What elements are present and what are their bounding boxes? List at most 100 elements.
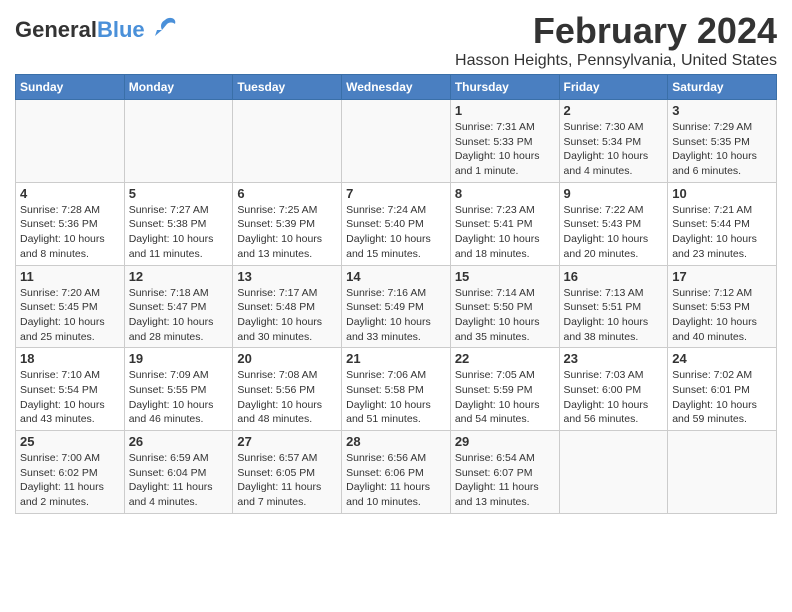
day-number: 23 (564, 351, 664, 366)
calendar-cell: 1 Sunrise: 7:31 AM Sunset: 5:33 PM Daylig… (450, 100, 559, 183)
calendar-cell: 22 Sunrise: 7:05 AM Sunset: 5:59 PM Dayli… (450, 348, 559, 431)
logo-general: General (15, 17, 97, 42)
calendar-cell (124, 100, 233, 183)
calendar-cell: 19 Sunrise: 7:09 AM Sunset: 5:55 PM Dayli… (124, 348, 233, 431)
day-header-sunday: Sunday (16, 75, 125, 100)
title-area: February 2024 Hasson Heights, Pennsylvan… (455, 10, 777, 70)
day-number: 8 (455, 186, 555, 201)
calendar-cell: 24Sunrise: 7:02 AM Sunset: 6:01 PM Dayli… (668, 348, 777, 431)
day-number: 17 (672, 269, 772, 284)
day-info: Sunrise: 7:31 AM Sunset: 5:33 PM Dayligh… (455, 120, 555, 179)
day-number: 15 (455, 269, 555, 284)
calendar-cell: 27 Sunrise: 6:57 AM Sunset: 6:05 PM Dayli… (233, 431, 342, 514)
day-number: 28 (346, 434, 446, 449)
calendar-cell: 9 Sunrise: 7:22 AM Sunset: 5:43 PM Daylig… (559, 182, 668, 265)
day-info: Sunrise: 7:00 AM Sunset: 6:02 PM Dayligh… (20, 451, 120, 510)
day-number: 26 (129, 434, 229, 449)
day-number: 21 (346, 351, 446, 366)
day-info: Sunrise: 7:09 AM Sunset: 5:55 PM Dayligh… (129, 368, 229, 427)
logo-bird-icon (147, 16, 177, 40)
day-number: 9 (564, 186, 664, 201)
day-info: Sunrise: 6:54 AM Sunset: 6:07 PM Dayligh… (455, 451, 555, 510)
day-number: 10 (672, 186, 772, 201)
day-info: Sunrise: 7:14 AM Sunset: 5:50 PM Dayligh… (455, 286, 555, 345)
day-header-thursday: Thursday (450, 75, 559, 100)
day-number: 25 (20, 434, 120, 449)
day-number: 6 (237, 186, 337, 201)
day-info: Sunrise: 7:16 AM Sunset: 5:49 PM Dayligh… (346, 286, 446, 345)
calendar-cell: 7 Sunrise: 7:24 AM Sunset: 5:40 PM Daylig… (342, 182, 451, 265)
day-info: Sunrise: 7:30 AM Sunset: 5:34 PM Dayligh… (564, 120, 664, 179)
calendar-body: 1 Sunrise: 7:31 AM Sunset: 5:33 PM Daylig… (16, 100, 777, 514)
day-number: 11 (20, 269, 120, 284)
day-info: Sunrise: 7:13 AM Sunset: 5:51 PM Dayligh… (564, 286, 664, 345)
week-row: 18Sunrise: 7:10 AM Sunset: 5:54 PM Dayli… (16, 348, 777, 431)
calendar-cell: 23 Sunrise: 7:03 AM Sunset: 6:00 PM Dayli… (559, 348, 668, 431)
day-info: Sunrise: 7:27 AM Sunset: 5:38 PM Dayligh… (129, 203, 229, 262)
calendar-cell: 28 Sunrise: 6:56 AM Sunset: 6:06 PM Dayli… (342, 431, 451, 514)
day-number: 3 (672, 103, 772, 118)
day-number: 13 (237, 269, 337, 284)
calendar-table: SundayMondayTuesdayWednesdayThursdayFrid… (15, 74, 777, 514)
days-of-week-row: SundayMondayTuesdayWednesdayThursdayFrid… (16, 75, 777, 100)
logo: GeneralBlue (15, 18, 177, 42)
calendar-cell: 5 Sunrise: 7:27 AM Sunset: 5:38 PM Daylig… (124, 182, 233, 265)
calendar-cell: 17 Sunrise: 7:12 AM Sunset: 5:53 PM Dayli… (668, 265, 777, 348)
day-info: Sunrise: 7:21 AM Sunset: 5:44 PM Dayligh… (672, 203, 772, 262)
day-info: Sunrise: 7:29 AM Sunset: 5:35 PM Dayligh… (672, 120, 772, 179)
day-number: 14 (346, 269, 446, 284)
day-header-monday: Monday (124, 75, 233, 100)
day-info: Sunrise: 7:02 AM Sunset: 6:01 PM Dayligh… (672, 368, 772, 427)
day-info: Sunrise: 7:05 AM Sunset: 5:59 PM Dayligh… (455, 368, 555, 427)
calendar-cell (668, 431, 777, 514)
day-number: 27 (237, 434, 337, 449)
day-info: Sunrise: 7:23 AM Sunset: 5:41 PM Dayligh… (455, 203, 555, 262)
day-info: Sunrise: 7:25 AM Sunset: 5:39 PM Dayligh… (237, 203, 337, 262)
day-number: 19 (129, 351, 229, 366)
day-header-wednesday: Wednesday (342, 75, 451, 100)
calendar-cell: 12Sunrise: 7:18 AM Sunset: 5:47 PM Dayli… (124, 265, 233, 348)
calendar-cell (342, 100, 451, 183)
calendar-cell: 4 Sunrise: 7:28 AM Sunset: 5:36 PM Daylig… (16, 182, 125, 265)
main-title: February 2024 (455, 10, 777, 52)
day-info: Sunrise: 7:03 AM Sunset: 6:00 PM Dayligh… (564, 368, 664, 427)
day-number: 5 (129, 186, 229, 201)
calendar-header: SundayMondayTuesdayWednesdayThursdayFrid… (16, 75, 777, 100)
day-header-tuesday: Tuesday (233, 75, 342, 100)
day-info: Sunrise: 7:22 AM Sunset: 5:43 PM Dayligh… (564, 203, 664, 262)
subtitle: Hasson Heights, Pennsylvania, United Sta… (455, 52, 777, 70)
day-info: Sunrise: 6:56 AM Sunset: 6:06 PM Dayligh… (346, 451, 446, 510)
calendar-cell: 8 Sunrise: 7:23 AM Sunset: 5:41 PM Daylig… (450, 182, 559, 265)
calendar-cell: 20 Sunrise: 7:08 AM Sunset: 5:56 PM Dayli… (233, 348, 342, 431)
calendar-cell: 26 Sunrise: 6:59 AM Sunset: 6:04 PM Dayli… (124, 431, 233, 514)
day-info: Sunrise: 7:20 AM Sunset: 5:45 PM Dayligh… (20, 286, 120, 345)
calendar-cell (16, 100, 125, 183)
day-number: 20 (237, 351, 337, 366)
calendar-cell: 29 Sunrise: 6:54 AM Sunset: 6:07 PM Dayli… (450, 431, 559, 514)
calendar-cell: 10 Sunrise: 7:21 AM Sunset: 5:44 PM Dayli… (668, 182, 777, 265)
day-header-saturday: Saturday (668, 75, 777, 100)
day-number: 1 (455, 103, 555, 118)
header: GeneralBlue February 2024 Hasson Heights… (15, 10, 777, 70)
day-info: Sunrise: 6:59 AM Sunset: 6:04 PM Dayligh… (129, 451, 229, 510)
day-header-friday: Friday (559, 75, 668, 100)
day-info: Sunrise: 7:18 AM Sunset: 5:47 PM Dayligh… (129, 286, 229, 345)
day-number: 16 (564, 269, 664, 284)
day-info: Sunrise: 7:28 AM Sunset: 5:36 PM Dayligh… (20, 203, 120, 262)
calendar-cell (233, 100, 342, 183)
day-number: 4 (20, 186, 120, 201)
calendar-cell: 15 Sunrise: 7:14 AM Sunset: 5:50 PM Dayli… (450, 265, 559, 348)
calendar-cell: 18Sunrise: 7:10 AM Sunset: 5:54 PM Dayli… (16, 348, 125, 431)
day-number: 18 (20, 351, 120, 366)
day-number: 2 (564, 103, 664, 118)
calendar-cell: 14 Sunrise: 7:16 AM Sunset: 5:49 PM Dayli… (342, 265, 451, 348)
calendar-cell: 25 Sunrise: 7:00 AM Sunset: 6:02 PM Dayli… (16, 431, 125, 514)
day-info: Sunrise: 7:06 AM Sunset: 5:58 PM Dayligh… (346, 368, 446, 427)
day-info: Sunrise: 6:57 AM Sunset: 6:05 PM Dayligh… (237, 451, 337, 510)
day-info: Sunrise: 7:12 AM Sunset: 5:53 PM Dayligh… (672, 286, 772, 345)
day-info: Sunrise: 7:08 AM Sunset: 5:56 PM Dayligh… (237, 368, 337, 427)
day-number: 7 (346, 186, 446, 201)
day-number: 29 (455, 434, 555, 449)
day-info: Sunrise: 7:24 AM Sunset: 5:40 PM Dayligh… (346, 203, 446, 262)
day-number: 22 (455, 351, 555, 366)
